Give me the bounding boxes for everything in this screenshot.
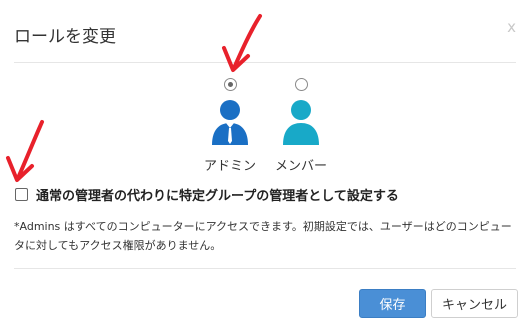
footer-divider [14, 268, 516, 269]
role-option-admin[interactable]: アドミン [195, 78, 265, 174]
admin-radio[interactable] [223, 78, 237, 91]
access-note: *Admins はすべてのコンピューターにアクセスできます。初期設定では、ユーザ… [14, 220, 512, 252]
admin-label: アドミン [203, 159, 256, 174]
member-radio[interactable] [294, 78, 308, 91]
save-button[interactable]: 保存 [359, 289, 426, 318]
cancel-button[interactable]: キャンセル [431, 289, 518, 318]
admin-user-icon [212, 100, 248, 145]
group-admin-checkbox[interactable] [15, 188, 28, 201]
member-user-icon [283, 100, 319, 145]
annotation-arrow-admin-icon [222, 14, 262, 72]
group-admin-option[interactable]: 通常の管理者の代わりに特定グループの管理者として設定する [15, 185, 399, 204]
annotation-arrow-checkbox-icon [6, 120, 44, 182]
radio-selected-dot [227, 82, 233, 87]
group-admin-label: 通常の管理者の代わりに特定グループの管理者として設定する [36, 189, 399, 204]
dialog-title: ロールを変更 [14, 27, 116, 47]
member-label: メンバー [274, 159, 327, 174]
close-icon[interactable]: x [507, 18, 516, 36]
role-option-member[interactable]: メンバー [266, 78, 336, 174]
